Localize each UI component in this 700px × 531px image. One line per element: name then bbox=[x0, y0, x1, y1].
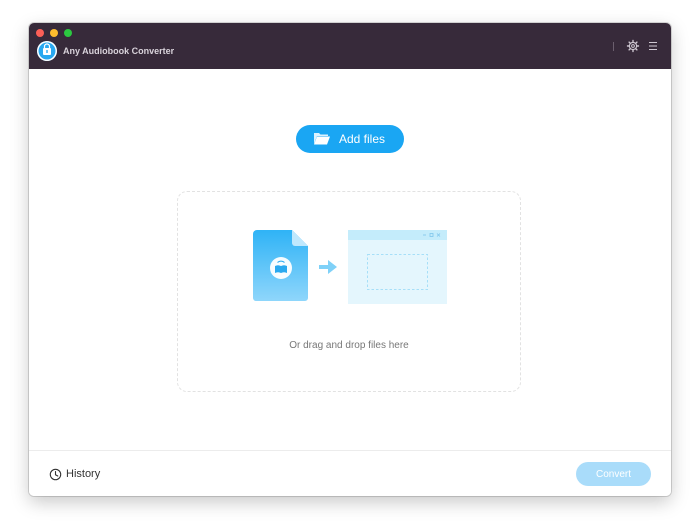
window-close-button[interactable] bbox=[36, 29, 44, 37]
gear-icon[interactable] bbox=[626, 39, 640, 53]
title-bar: Any Audiobook Converter bbox=[29, 23, 671, 69]
history-label: History bbox=[66, 468, 101, 480]
toolbar-divider bbox=[613, 42, 614, 51]
window-zoom-button[interactable] bbox=[64, 29, 72, 37]
arrow-right-icon bbox=[319, 260, 337, 274]
main-content: Add files Or drag and drop files here bbox=[29, 69, 671, 450]
add-files-label: Add files bbox=[339, 132, 386, 146]
clock-icon bbox=[49, 468, 62, 481]
audiobook-file-icon bbox=[253, 230, 308, 301]
app-window: Any Audiobook Converter Add files Or dra… bbox=[29, 23, 671, 496]
folder-open-icon bbox=[313, 131, 331, 146]
menu-icon[interactable] bbox=[646, 39, 660, 53]
app-window-icon bbox=[348, 230, 447, 304]
convert-button[interactable]: Convert bbox=[576, 462, 651, 486]
footer-bar: History Convert bbox=[29, 450, 671, 496]
window-minimize-button[interactable] bbox=[50, 29, 58, 37]
drag-drop-illustration bbox=[253, 230, 448, 306]
app-logo-icon bbox=[37, 41, 57, 61]
drop-zone[interactable]: Or drag and drop files here bbox=[177, 191, 521, 392]
app-title: Any Audiobook Converter bbox=[63, 46, 175, 56]
add-files-button[interactable]: Add files bbox=[296, 125, 404, 153]
drop-hint-text: Or drag and drop files here bbox=[289, 340, 409, 351]
